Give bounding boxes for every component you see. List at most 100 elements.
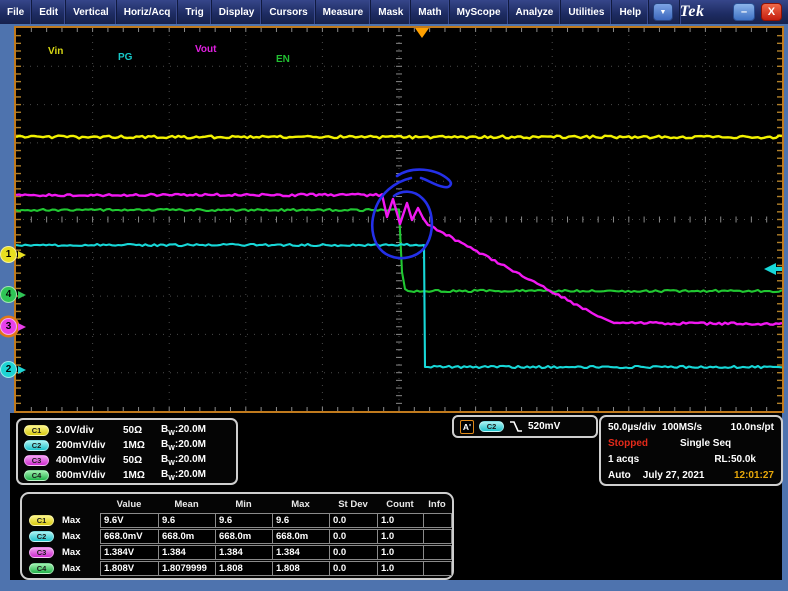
- tek-logo: Tek: [680, 0, 731, 24]
- resolution: 10.0ns/pt: [731, 422, 774, 433]
- channel-impedance: 1MΩ: [123, 470, 161, 481]
- trigger-mode: Auto: [608, 470, 631, 481]
- col-max: Max: [272, 499, 329, 510]
- trigger-level: 520mV: [528, 421, 560, 432]
- col-stdev: St Dev: [329, 499, 377, 510]
- trigger-position-marker[interactable]: [415, 28, 429, 38]
- col-value: Value: [100, 499, 158, 510]
- channel-readout-panel: C1 3.0V/div 50Ω BW:20.0M C2 200mV/div 1M…: [16, 418, 238, 485]
- waveform-label-pg: PG: [118, 52, 133, 63]
- timebase: 50.0µs/div: [608, 422, 656, 433]
- menu-file[interactable]: File: [0, 0, 32, 24]
- cell-info: [423, 529, 452, 544]
- measurement-row-c3: C3 Max 1.384V 1.384 1.384 1.384 0.0 1.0: [26, 544, 448, 560]
- trigger-source-badge: C2: [479, 421, 504, 432]
- channel-1-reference-marker[interactable]: 1: [0, 246, 28, 264]
- cell-value: 9.6V: [100, 513, 159, 528]
- channel-3-reference-marker[interactable]: 3: [0, 318, 28, 336]
- cell-stdev: 0.0: [329, 513, 378, 528]
- channel-2-badge: 2: [0, 361, 17, 378]
- menu-dropdown-button[interactable]: ▼: [653, 3, 673, 21]
- measurement-row-c2: C2 Max 668.0mV 668.0m 668.0m 668.0m 0.0 …: [26, 528, 448, 544]
- menu-horiz-acq[interactable]: Horiz/Acq: [117, 0, 179, 24]
- col-min: Min: [215, 499, 272, 510]
- cell-max: 1.808: [272, 561, 330, 576]
- channel-scale: 200mV/div: [49, 440, 123, 451]
- menu-myscope[interactable]: MyScope: [450, 0, 509, 24]
- channel-row-c2[interactable]: C2 200mV/div 1MΩ BW:20.0M: [24, 438, 230, 453]
- date: July 27, 2021: [643, 470, 705, 481]
- channel-badge-c4: C4: [24, 470, 49, 481]
- menu-cursors[interactable]: Cursors: [262, 0, 315, 24]
- measurement-table: Value Mean Min Max St Dev Count Info C1 …: [20, 492, 454, 580]
- channel-1-badge: 1: [0, 246, 17, 263]
- cell-value: 668.0mV: [100, 529, 159, 544]
- acquisition-status-row: Stopped Single Seq: [608, 435, 774, 451]
- stat-label: Max: [56, 563, 100, 574]
- cell-count: 1.0: [377, 545, 424, 560]
- menu-vertical[interactable]: Vertical: [66, 0, 117, 24]
- cell-min: 668.0m: [215, 529, 273, 544]
- trigger-a-badge: A': [460, 420, 474, 434]
- menu-analyze[interactable]: Analyze: [509, 0, 562, 24]
- menu-mask[interactable]: Mask: [371, 0, 411, 24]
- acq-status: Stopped: [608, 438, 648, 449]
- minimize-button[interactable]: –: [733, 3, 754, 21]
- cell-max: 1.384: [272, 545, 330, 560]
- chevron-down-icon: ▼: [659, 9, 666, 16]
- measurement-row-c1: C1 Max 9.6V 9.6 9.6 9.6 0.0 1.0: [26, 512, 448, 528]
- stat-label: Max: [56, 515, 100, 526]
- cell-value: 1.808V: [100, 561, 159, 576]
- waveform-canvas: VinPGVoutEN: [16, 28, 782, 411]
- record-length: RL:50.0k: [714, 454, 756, 465]
- close-button[interactable]: X: [761, 3, 782, 21]
- stat-label: Max: [56, 531, 100, 542]
- clock: 12:01:27: [734, 470, 774, 481]
- channel-row-c4[interactable]: C4 800mV/div 1MΩ BW:20.0M: [24, 468, 230, 483]
- menu-edit[interactable]: Edit: [32, 0, 66, 24]
- cell-count: 1.0: [377, 529, 424, 544]
- channel-badge-c2: C2: [24, 440, 49, 451]
- cell-max: 668.0m: [272, 529, 330, 544]
- menu-measure[interactable]: Measure: [316, 0, 372, 24]
- channel-2-reference-marker[interactable]: 2: [0, 361, 28, 379]
- cell-mean: 9.6: [158, 513, 216, 528]
- waveform-label-vin: Vin: [48, 46, 63, 57]
- waveform-display[interactable]: VinPGVoutEN: [14, 26, 784, 413]
- channel-scale: 800mV/div: [49, 470, 123, 481]
- channel-badge-c2: C2: [29, 531, 54, 542]
- channel-scale: 400mV/div: [49, 455, 123, 466]
- cell-max: 9.6: [272, 513, 330, 528]
- channel-row-c1[interactable]: C1 3.0V/div 50Ω BW:20.0M: [24, 423, 230, 438]
- channel-4-badge: 4: [0, 286, 17, 303]
- channel-4-arrow-icon: [18, 291, 26, 299]
- cell-count: 1.0: [377, 561, 424, 576]
- channel-badge-c4: C4: [29, 563, 54, 574]
- cell-stdev: 0.0: [329, 529, 378, 544]
- channel-badge-c3: C3: [29, 547, 54, 558]
- horizontal-readout[interactable]: 50.0µs/div 100MS/s 10.0ns/pt: [608, 419, 774, 435]
- menu-help[interactable]: Help: [612, 0, 649, 24]
- menu-math[interactable]: Math: [411, 0, 449, 24]
- cell-min: 9.6: [215, 513, 273, 528]
- cell-info: [423, 513, 452, 528]
- stat-label: Max: [56, 547, 100, 558]
- cell-mean: 668.0m: [158, 529, 216, 544]
- menu-trig[interactable]: Trig: [178, 0, 211, 24]
- trigger-level-arrow-stem: [776, 267, 782, 271]
- channel-bandwidth: BW:20.0M: [161, 469, 206, 482]
- cell-info: [423, 561, 452, 576]
- menu-display[interactable]: Display: [212, 0, 263, 24]
- trigger-readout-panel[interactable]: A' C2 520mV: [452, 415, 598, 438]
- measurement-row-c4: C4 Max 1.808V 1.8079999 1.808 1.808 0.0 …: [26, 561, 448, 577]
- scope-display-area: VinPGVoutEN 1432 C1 3.0V/div 50Ω BW:20.0…: [0, 24, 788, 591]
- datetime-row: Auto July 27, 2021 12:01:27: [608, 467, 774, 483]
- sample-rate: 100MS/s: [662, 422, 702, 433]
- channel-1-arrow-icon: [18, 251, 26, 259]
- channel-impedance: 50Ω: [123, 425, 161, 436]
- trigger-level-arrow[interactable]: [764, 263, 776, 275]
- menu-utilities[interactable]: Utilities: [561, 0, 612, 24]
- channel-row-c3[interactable]: C3 400mV/div 50Ω BW:20.0M: [24, 453, 230, 468]
- channel-4-reference-marker[interactable]: 4: [0, 286, 28, 304]
- channel-3-arrow-icon: [18, 323, 26, 331]
